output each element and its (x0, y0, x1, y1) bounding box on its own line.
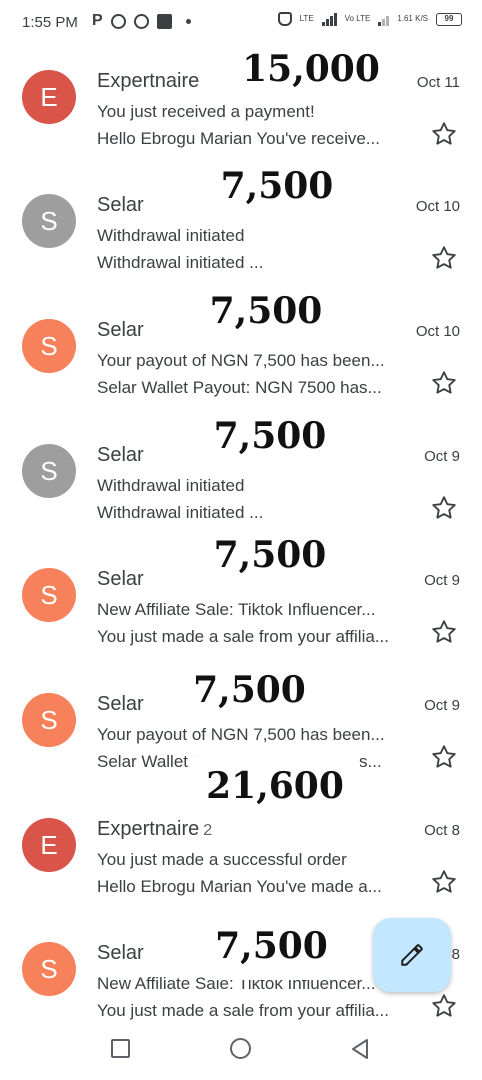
system-nav-bar (0, 1022, 482, 1080)
email-subject: You just made a successful order (97, 850, 347, 869)
notification-dot-icon (185, 18, 191, 24)
sender-label: Selar (97, 444, 144, 466)
amount-overlay-label: 7,500 (203, 153, 351, 219)
email-subject: New Affiliate Sale: Tiktok Influencer... (97, 600, 376, 619)
sender-name: Selar (97, 194, 148, 217)
sender-name: Selar (97, 942, 148, 965)
whatsapp-icon (110, 13, 126, 29)
sender-avatar[interactable]: S (22, 942, 76, 996)
email-preview: You just made a sale from your affilia..… (97, 1001, 389, 1020)
recent-apps-icon[interactable] (111, 1039, 130, 1058)
sender-name: Selar (97, 444, 148, 467)
sender-label: Selar (97, 194, 144, 216)
star-icon[interactable] (430, 120, 458, 148)
email-subject: Withdrawal initiated (97, 476, 245, 495)
sender-avatar[interactable]: S (22, 444, 76, 498)
compose-button[interactable] (373, 918, 451, 992)
star-icon[interactable] (430, 868, 458, 896)
sender-label: Selar (97, 942, 144, 964)
amount-overlay-label: 7,500 (192, 278, 340, 344)
star-icon[interactable] (430, 992, 458, 1020)
sender-avatar[interactable]: E (22, 818, 76, 872)
lte-label: LTE (299, 14, 314, 23)
status-time: 1:55 PM (22, 14, 78, 31)
status-notification-icons: P (92, 12, 191, 30)
sender-avatar[interactable]: S (22, 319, 76, 373)
signal-icon (321, 12, 337, 26)
sender-avatar[interactable]: S (22, 568, 76, 622)
sender-name: Selar (97, 568, 148, 591)
amount-overlay-label: 15,000 (222, 36, 400, 102)
signal-2-icon (378, 12, 390, 26)
email-date: Oct 9 (424, 448, 460, 465)
network-speed: 1.61 K/S (397, 14, 428, 23)
sender-label: Selar (97, 693, 144, 715)
sender-label: Selar (97, 319, 144, 341)
star-icon[interactable] (430, 743, 458, 771)
sender-label: Selar (97, 568, 144, 590)
sender-name: Expertnaire (97, 70, 203, 93)
volte-label: Vo LTE (344, 14, 371, 23)
home-icon[interactable] (230, 1038, 251, 1059)
mute-icon (277, 12, 292, 26)
email-subject: Your payout of NGN 7,500 has been... (97, 351, 385, 370)
battery-icon: 99 (436, 12, 462, 26)
email-date: Oct 11 (416, 74, 460, 91)
amount-overlay-label: 21,600 (190, 752, 360, 820)
email-subject: Withdrawal initiated (97, 226, 245, 245)
sender-label: Expertnaire (97, 70, 200, 92)
amount-overlay-label: 7,500 (196, 522, 344, 588)
email-preview: Hello Ebrogu Marian You've made a... (97, 877, 382, 896)
sender-name: Expertnaire 2 (97, 818, 212, 841)
email-preview: Hello Ebrogu Marian You've receive... (97, 129, 380, 148)
email-preview: Withdrawal initiated ... (97, 253, 264, 272)
email-preview: Withdrawal initiated ... (97, 503, 264, 522)
sender-avatar[interactable]: S (22, 194, 76, 248)
sender-name: Selar (97, 319, 148, 342)
email-preview: Selar Wallet Payout: NGN 7500 has... (97, 378, 382, 397)
pencil-icon (401, 944, 423, 966)
email-date: Oct 10 (415, 198, 460, 215)
sender-avatar[interactable]: S (22, 693, 76, 747)
email-date: Oct 10 (415, 323, 460, 340)
star-icon[interactable] (430, 244, 458, 272)
p-icon: P (92, 12, 103, 29)
email-preview: You just made a sale from your affilia..… (97, 627, 389, 646)
back-icon[interactable] (350, 1037, 370, 1061)
status-system-icons: LTE Vo LTE 1.61 K/S 99 (277, 12, 462, 26)
amount-overlay-label: 7,500 (177, 657, 322, 723)
sender-name: Selar (97, 693, 148, 716)
email-subject: Your payout of NGN 7,500 has been... (97, 725, 385, 744)
thread-count: 2 (203, 822, 213, 839)
email-subject: You just received a payment! (97, 102, 315, 121)
photo-icon (156, 13, 172, 29)
star-icon[interactable] (430, 494, 458, 522)
facebook-icon (133, 13, 149, 29)
amount-overlay-label: 7,500 (199, 912, 344, 980)
email-date: Oct 9 (424, 572, 460, 589)
star-icon[interactable] (430, 369, 458, 397)
sender-avatar[interactable]: E (22, 70, 76, 124)
email-date: Oct 9 (424, 697, 460, 714)
amount-overlay-label: 7,500 (196, 403, 344, 469)
email-date: Oct 8 (424, 822, 460, 839)
sender-label: Expertnaire (97, 818, 200, 840)
star-icon[interactable] (430, 618, 458, 646)
